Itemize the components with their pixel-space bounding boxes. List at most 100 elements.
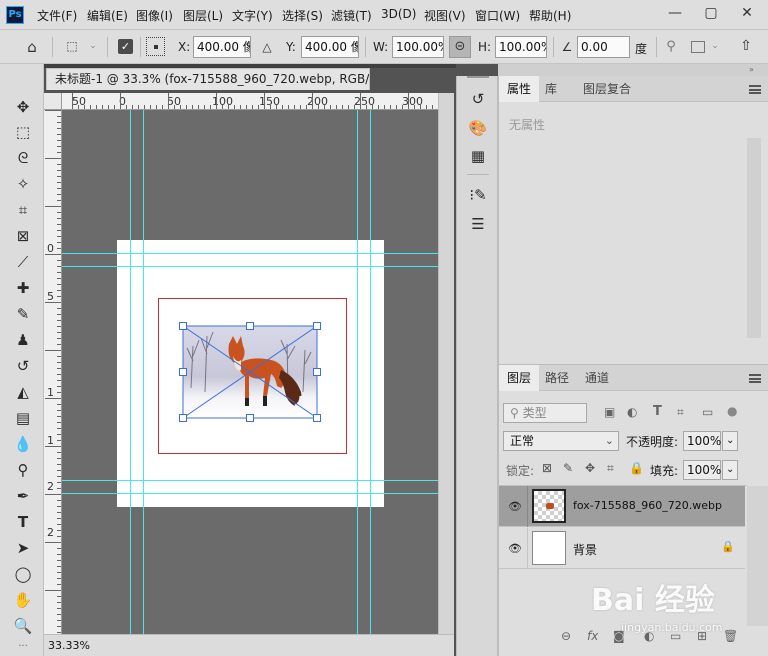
menu-view[interactable]: 视图(V) [424, 7, 466, 24]
blur-tool-icon[interactable]: 💧 [11, 433, 35, 455]
delta-icon[interactable]: △ [260, 40, 274, 54]
color-panel-icon[interactable]: 🎨 [467, 117, 489, 139]
reference-point-icon[interactable] [146, 37, 165, 56]
tab-layer-comps[interactable]: 图层复合 [575, 76, 639, 102]
checkbox-icon[interactable]: ✓ [118, 39, 133, 54]
filter-shape-icon[interactable]: ⌗ [677, 405, 684, 420]
width-field[interactable]: 100.00% [392, 36, 444, 58]
menu-layer[interactable]: 图层(L) [183, 7, 223, 24]
zoom-level[interactable]: 33.33% [46, 637, 92, 654]
guide-vertical[interactable] [130, 110, 131, 634]
new-group-icon[interactable]: ▭ [670, 629, 681, 643]
minimize-button[interactable]: — [658, 0, 692, 28]
guide-vertical[interactable] [143, 110, 144, 634]
lock-image-icon[interactable]: ✎ [563, 461, 573, 475]
brush-tool-icon[interactable]: ✎ [11, 303, 35, 325]
chevron-down-icon[interactable]: ⌄ [722, 431, 738, 451]
tab-layers[interactable]: 图层 [499, 365, 540, 391]
menu-select[interactable]: 选择(S) [282, 7, 323, 24]
guide-horizontal[interactable] [62, 493, 438, 494]
x-field[interactable]: 400.00 像素 [193, 36, 251, 58]
filter-pixel-icon[interactable]: ▣ [604, 405, 615, 419]
home-icon[interactable]: ⌂ [22, 38, 42, 56]
pen-tool-icon[interactable]: ✒ [11, 485, 35, 507]
brush-settings-panel-icon[interactable]: ⁝✎ [467, 184, 489, 206]
opacity-field[interactable]: 100% [683, 431, 721, 451]
close-button[interactable]: ✕ [730, 0, 764, 28]
magic-wand-tool-icon[interactable]: ✧ [11, 173, 35, 195]
link-layers-icon[interactable]: ⊖ [561, 629, 571, 643]
swatches-panel-icon[interactable]: ▦ [467, 145, 489, 167]
new-layer-icon[interactable]: ⊞ [697, 629, 707, 643]
properties-scrollbar[interactable] [747, 138, 761, 338]
vertical-ruler[interactable]: 0 5 1 1 2 2 [44, 110, 62, 634]
tab-properties[interactable]: 属性 [499, 76, 540, 102]
history-brush-tool-icon[interactable]: ↺ [11, 355, 35, 377]
transform-handle-tr[interactable] [313, 322, 321, 330]
frame-tool-icon[interactable]: ⊠ [11, 225, 35, 247]
height-field[interactable]: 100.00% [495, 36, 547, 58]
share-icon[interactable]: ⇧ [738, 38, 754, 54]
ellipse-tool-icon[interactable]: ◯ [11, 563, 35, 585]
trash-icon[interactable]: 🗑 [723, 629, 738, 643]
visibility-eye-icon[interactable]: 👁 [506, 542, 524, 555]
hand-tool-icon[interactable]: ✋ [11, 589, 35, 611]
transform-handle-bl[interactable] [179, 414, 187, 422]
y-field[interactable]: 400.00 像素 [301, 36, 359, 58]
menu-file[interactable]: 文件(F) [37, 7, 77, 24]
crop-tool-icon[interactable]: ⌗ [11, 199, 35, 221]
interpolation-icon[interactable] [691, 41, 705, 53]
clone-stamp-tool-icon[interactable]: ♟ [11, 329, 35, 351]
menu-help[interactable]: 帮助(H) [529, 7, 571, 24]
layer-style-icon[interactable]: fx [587, 629, 598, 643]
filter-toggle-icon[interactable]: ● [727, 404, 737, 418]
guide-horizontal[interactable] [62, 266, 438, 267]
gradient-tool-icon[interactable]: ▤ [11, 407, 35, 429]
search-icon[interactable]: ⚲ [664, 39, 678, 54]
transform-handle-tl[interactable] [179, 322, 187, 330]
add-mask-icon[interactable]: ◙ [613, 629, 625, 643]
path-selection-tool-icon[interactable]: ➤ [11, 537, 35, 559]
menu-3d[interactable]: 3D(D) [381, 7, 416, 21]
transform-handle-bc[interactable] [246, 414, 254, 422]
panel-menu-icon[interactable] [749, 85, 761, 94]
transform-handle-ml[interactable] [179, 368, 187, 376]
menu-window[interactable]: 窗口(W) [475, 7, 520, 24]
fill-field[interactable]: 100% [683, 460, 721, 480]
lock-all-icon[interactable]: 🔒 [629, 461, 644, 475]
eraser-tool-icon[interactable]: ◭ [11, 381, 35, 403]
menu-edit[interactable]: 编辑(E) [87, 7, 128, 24]
transform-handle-tc[interactable] [246, 322, 254, 330]
document-tab[interactable]: 未标题-1 @ 33.3% (fox-715588_960_720.webp, … [46, 68, 370, 90]
menu-image[interactable]: 图像(I) [136, 7, 173, 24]
lock-position-icon[interactable]: ✥ [585, 461, 595, 475]
chevron-down-icon[interactable]: ⌄ [722, 460, 738, 480]
move-tool-preset-icon[interactable]: ⬚ [62, 39, 82, 53]
layer-name[interactable]: 背景 [573, 541, 597, 558]
transform-bounding-box[interactable] [62, 110, 438, 634]
zoom-tool-icon[interactable]: 🔍 [11, 615, 35, 637]
link-icon[interactable]: ⊝ [449, 36, 471, 58]
lasso-tool-icon[interactable]: ᘓ [11, 147, 35, 169]
visibility-eye-icon[interactable]: 👁 [506, 500, 524, 513]
adjustments-panel-icon[interactable]: ☰ [467, 213, 489, 235]
guide-horizontal[interactable] [62, 253, 438, 254]
tab-paths[interactable]: 路径 [537, 365, 577, 391]
ruler-origin[interactable] [44, 93, 62, 110]
type-tool-icon[interactable]: T [11, 511, 35, 533]
marquee-tool-icon[interactable]: ⬚ [11, 121, 35, 143]
horizontal-ruler[interactable]: 50 0 50 100 150 200 250 300 [62, 93, 438, 110]
history-panel-icon[interactable]: ↺ [467, 88, 489, 110]
new-adjustment-icon[interactable]: ◐ [644, 629, 654, 643]
more-tools-icon[interactable]: ··· [11, 641, 35, 656]
chevron-down-icon[interactable]: ⌄ [88, 41, 98, 51]
panel-menu-icon[interactable] [749, 374, 761, 383]
maximize-button[interactable]: ▢ [694, 0, 728, 28]
guide-vertical[interactable] [370, 110, 371, 634]
angle-field[interactable]: 0.00 [577, 36, 630, 58]
layer-row-fox[interactable]: 👁 fox-715588_960_720.webp [499, 486, 745, 527]
move-tool-icon[interactable]: ✥ [11, 96, 35, 118]
guide-horizontal[interactable] [62, 480, 438, 481]
transform-handle-br[interactable] [313, 414, 321, 422]
canvas-scrollbar[interactable] [438, 93, 454, 634]
